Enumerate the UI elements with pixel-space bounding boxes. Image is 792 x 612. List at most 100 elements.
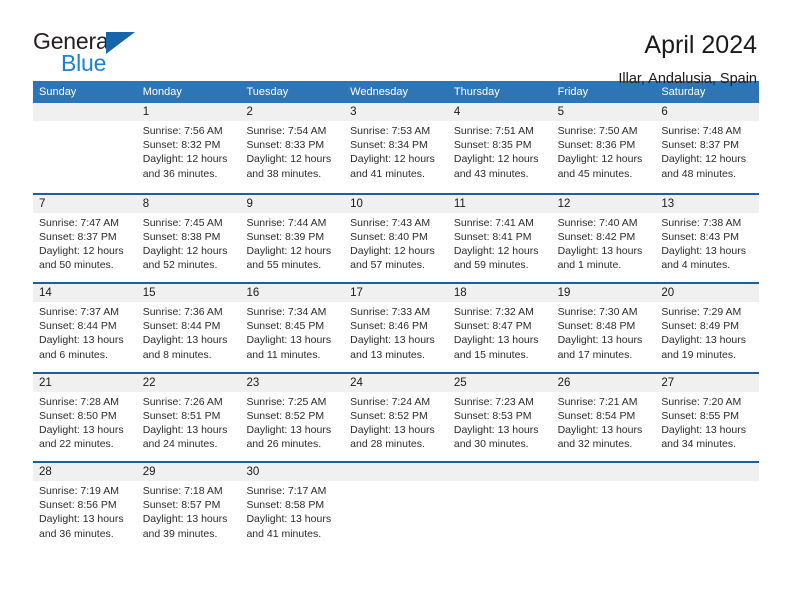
sunrise-text: Sunrise: 7:33 AM <box>350 306 431 318</box>
day-number[interactable]: 6 <box>655 103 759 121</box>
day-number[interactable]: 8 <box>137 195 241 213</box>
sunset-text: Sunset: 8:50 PM <box>39 409 117 422</box>
day-cell[interactable]: Sunrise: 7:44 AM Sunset: 8:39 PM Daylight:… <box>240 216 344 273</box>
weekday-friday: Friday <box>557 86 589 98</box>
day-cell[interactable]: Sunrise: 7:18 AM Sunset: 8:57 PM Daylight:… <box>137 484 241 541</box>
day-number[interactable]: 20 <box>655 284 759 302</box>
daylight-text: Daylight: 13 hours and 22 minutes. <box>39 423 124 451</box>
sunset-text: Sunset: 8:56 PM <box>39 499 117 512</box>
day-number[interactable]: 3 <box>344 103 448 121</box>
sunset-text: Sunset: 8:42 PM <box>557 230 636 243</box>
day-number[interactable]: 10 <box>344 195 448 213</box>
calendar-grid: Sunday Monday Tuesday Wednesday Thursday… <box>33 81 759 551</box>
weekday-tuesday: Tuesday <box>246 86 289 98</box>
day-cell[interactable]: Sunrise: 7:23 AM Sunset: 8:53 PM Daylight:… <box>448 395 552 452</box>
sunset-text: Sunset: 8:37 PM <box>661 139 739 152</box>
day-number[interactable]: 15 <box>137 284 241 302</box>
day-cell[interactable]: Sunrise: 7:32 AM Sunset: 8:47 PM Daylight:… <box>448 305 552 362</box>
page-title: April 2024 <box>644 31 757 59</box>
day-number[interactable]: 23 <box>240 374 344 392</box>
day-number[interactable]: 21 <box>33 374 137 392</box>
day-cell[interactable]: Sunrise: 7:20 AM Sunset: 8:55 PM Daylight:… <box>655 395 759 452</box>
sunset-text: Sunset: 8:47 PM <box>453 320 532 333</box>
day-number[interactable]: 12 <box>552 195 656 213</box>
day-cell[interactable]: Sunrise: 7:19 AM Sunset: 8:56 PM Daylight:… <box>33 484 137 541</box>
sunset-text: Sunset: 8:36 PM <box>557 139 636 152</box>
daylight-text: Daylight: 13 hours and 8 minutes. <box>142 334 228 361</box>
day-cell[interactable]: Sunrise: 7:38 AM Sunset: 8:43 PM Daylight:… <box>655 216 759 273</box>
day-cell[interactable]: Sunrise: 7:29 AM Sunset: 8:49 PM Daylight:… <box>655 305 759 362</box>
sunset-text: Sunset: 8:44 PM <box>142 320 221 333</box>
day-number[interactable]: 13 <box>655 195 759 213</box>
day-number[interactable]: 1 <box>137 103 241 121</box>
general-blue-logo[interactable]: General Blue <box>33 28 143 76</box>
daylight-text: Daylight: 12 hours and 50 minutes. <box>39 244 124 272</box>
day-cell[interactable]: Sunrise: 7:51 AM Sunset: 8:35 PM Daylight:… <box>448 124 552 181</box>
day-cell[interactable]: Sunrise: 7:48 AM Sunset: 8:37 PM Daylight:… <box>655 124 759 181</box>
day-cell[interactable]: Sunrise: 7:26 AM Sunset: 8:51 PM Daylight:… <box>137 395 241 452</box>
sunset-text: Sunset: 8:35 PM <box>453 139 532 152</box>
day-number[interactable]: 14 <box>33 284 137 302</box>
day-number[interactable]: 24 <box>344 374 448 392</box>
day-cell[interactable]: Sunrise: 7:30 AM Sunset: 8:48 PM Daylight:… <box>552 305 656 362</box>
day-number[interactable]: 26 <box>552 374 656 392</box>
day-cell[interactable]: Sunrise: 7:21 AM Sunset: 8:54 PM Daylight:… <box>552 395 656 452</box>
day-cell[interactable]: Sunrise: 7:54 AM Sunset: 8:33 PM Daylight:… <box>240 124 344 181</box>
day-number[interactable]: 22 <box>137 374 241 392</box>
day-cell[interactable]: Sunrise: 7:34 AM Sunset: 8:45 PM Daylight:… <box>240 305 344 362</box>
day-number[interactable]: 18 <box>448 284 552 302</box>
daylight-text: Daylight: 12 hours and 36 minutes. <box>142 153 228 180</box>
day-cell[interactable]: Sunrise: 7:37 AM Sunset: 8:44 PM Daylight:… <box>33 305 137 362</box>
sunset-text: Sunset: 8:52 PM <box>246 409 325 422</box>
daylight-text: Daylight: 12 hours and 57 minutes. <box>350 244 435 272</box>
daylight-text: Daylight: 13 hours and 36 minutes. <box>39 513 124 540</box>
day-cell[interactable]: Sunrise: 7:24 AM Sunset: 8:52 PM Daylight:… <box>344 395 448 452</box>
day-number[interactable]: 16 <box>240 284 344 302</box>
day-number[interactable]: 27 <box>655 374 759 392</box>
daylight-text: Daylight: 13 hours and 17 minutes. <box>557 334 643 361</box>
day-number[interactable]: 19 <box>552 284 656 302</box>
sunset-text: Sunset: 8:45 PM <box>246 320 325 333</box>
day-cell[interactable]: Sunrise: 7:36 AM Sunset: 8:44 PM Daylight:… <box>137 305 241 362</box>
day-number[interactable]: 2 <box>240 103 344 121</box>
daylight-text: Daylight: 13 hours and 32 minutes. <box>557 423 643 451</box>
daylight-text: Daylight: 13 hours and 26 minutes. <box>246 423 332 451</box>
day-cell[interactable]: Sunrise: 7:40 AM Sunset: 8:42 PM Daylight:… <box>552 216 656 273</box>
day-number[interactable]: 5 <box>552 103 656 121</box>
day-cell[interactable]: Sunrise: 7:45 AM Sunset: 8:38 PM Daylight:… <box>137 216 241 273</box>
day-cell[interactable]: Sunrise: 7:43 AM Sunset: 8:40 PM Daylight:… <box>344 216 448 273</box>
sunrise-text: Sunrise: 7:19 AM <box>39 485 119 497</box>
day-cell[interactable]: Sunrise: 7:17 AM Sunset: 8:58 PM Daylight:… <box>240 484 344 541</box>
day-number[interactable]: 7 <box>33 195 137 213</box>
day-number[interactable]: 28 <box>33 463 137 481</box>
day-cell[interactable]: Sunrise: 7:47 AM Sunset: 8:37 PM Daylight:… <box>33 216 137 273</box>
day-number[interactable]: 25 <box>448 374 552 392</box>
daylight-text: Daylight: 13 hours and 30 minutes. <box>453 423 539 451</box>
day-number[interactable]: 11 <box>448 195 552 213</box>
day-number[interactable]: 9 <box>240 195 344 213</box>
daylight-text: Daylight: 13 hours and 24 minutes. <box>142 423 228 451</box>
sunrise-text: Sunrise: 7:44 AM <box>246 216 327 229</box>
day-cell[interactable]: Sunrise: 7:28 AM Sunset: 8:50 PM Daylight:… <box>33 395 137 452</box>
sunrise-text: Sunrise: 7:18 AM <box>142 485 223 497</box>
day-cell[interactable]: Sunrise: 7:53 AM Sunset: 8:34 PM Daylight:… <box>344 124 448 181</box>
day-cell[interactable]: Sunrise: 7:41 AM Sunset: 8:41 PM Daylight:… <box>448 216 552 273</box>
sunrise-text: Sunrise: 7:29 AM <box>661 306 742 318</box>
sunset-text: Sunset: 8:37 PM <box>39 230 117 243</box>
sunset-text: Sunset: 8:40 PM <box>350 230 428 243</box>
day-cell[interactable]: Sunrise: 7:56 AM Sunset: 8:32 PM Daylight:… <box>137 124 241 181</box>
day-number[interactable]: 17 <box>344 284 448 302</box>
week-detail-row: Sunrise: 7:47 AM Sunset: 8:37 PM Daylight:… <box>33 213 759 273</box>
day-number[interactable]: 4 <box>448 103 552 121</box>
day-cell[interactable]: Sunrise: 7:50 AM Sunset: 8:36 PM Daylight:… <box>552 124 656 181</box>
day-cell[interactable]: Sunrise: 7:33 AM Sunset: 8:46 PM Daylight:… <box>344 305 448 362</box>
day-cell[interactable]: Sunrise: 7:25 AM Sunset: 8:52 PM Daylight:… <box>240 395 344 452</box>
sunset-text: Sunset: 8:33 PM <box>246 139 325 152</box>
day-number[interactable]: 30 <box>240 463 344 481</box>
sunset-text: Sunset: 8:57 PM <box>142 499 221 512</box>
daylight-text: Daylight: 13 hours and 13 minutes. <box>350 334 435 361</box>
sunrise-text: Sunrise: 7:32 AM <box>453 306 534 318</box>
day-number[interactable]: 29 <box>137 463 241 481</box>
weekday-sunday: Sunday <box>39 86 77 98</box>
sunrise-text: Sunrise: 7:41 AM <box>453 216 534 229</box>
